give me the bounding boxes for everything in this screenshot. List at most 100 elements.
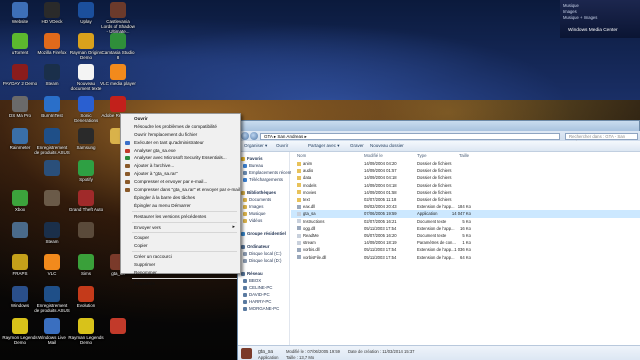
context-menu-item[interactable]: Analyser gta_sa.exe [122,147,239,155]
file-row[interactable]: stream 14/09/2004 18:19 Paramètres de con.… [291,239,640,246]
desktop-shortcut[interactable]: Website [2,2,38,24]
share-button[interactable]: Partager avec ▾ [308,143,340,149]
desktop-shortcut[interactable]: Sims [68,254,104,276]
nav-item[interactable]: Emplacements récents [243,170,294,175]
desktop-shortcut[interactable]: VLC media player [100,64,136,86]
nav-item[interactable]: Réseau [241,271,263,276]
nav-item[interactable]: DAVID-PC [243,292,270,297]
context-menu-item[interactable]: Compresser et envoyer par e-mail... [122,178,239,186]
context-menu-item[interactable]: Copier [122,242,239,250]
desktop-shortcut[interactable]: Sonic Generations [68,96,104,123]
nav-item[interactable]: Ordinateur [241,244,269,249]
nav-item[interactable]: Téléchargements [243,177,283,182]
context-menu-item[interactable]: Supprimer [122,261,239,269]
context-menu-item[interactable]: Créer un raccourci [122,253,239,261]
window-titlebar[interactable] [238,121,639,131]
desktop-shortcut[interactable]: Windows [2,286,38,308]
desktop-shortcut[interactable]: Castlevania Lords of Shadow - Ultimate..… [100,2,136,34]
desktop-shortcut[interactable]: Nouveau document texte [68,64,104,91]
desktop-shortcut[interactable]: PAYDAY 2 Demo [2,64,38,86]
nav-item[interactable]: Bureau [243,163,263,168]
desktop-shortcut[interactable]: HD VDeck [34,2,70,24]
context-menu-item[interactable]: Ouvrir [122,115,239,123]
context-menu-item[interactable]: Résoudre les problèmes de compatibilité [122,123,239,131]
desktop-shortcut[interactable]: Raymon Legends Demo [2,318,38,345]
nav-item[interactable]: Disque local (C:) [243,251,281,256]
address-bar[interactable]: GTA ▸ San Andreas ▸ [260,133,560,140]
file-row[interactable]: vorbisFile.dll 05/11/2003 17:54 Extension … [291,254,640,261]
context-menu-item[interactable]: Épingler au menu Démarrer [122,202,239,210]
nav-item[interactable]: Groupe résidentiel [241,231,286,236]
context-menu-item[interactable]: Restaurer les versions précédentes [122,213,239,221]
file-row[interactable]: ReadMe 05/07/2005 16:20 Document texte 5 Ko [291,232,640,239]
column-header-modified[interactable]: Modifié le [364,152,383,159]
desktop-shortcut[interactable]: Mozilla Firefox [34,33,70,55]
desktop-shortcut[interactable] [34,190,70,207]
desktop-shortcut[interactable]: Xbox [2,190,38,212]
new-folder-button[interactable]: Nouveau dossier [370,143,404,148]
desktop-shortcut[interactable]: BurnInTest [34,96,70,118]
column-header-type[interactable]: Type [417,152,427,159]
context-menu-item[interactable]: Épingler à la barre des tâches [122,194,239,202]
desktop-shortcut[interactable]: FRAPS [2,254,38,276]
file-row[interactable]: text 02/07/2005 11:18 Dossier de fichiers [291,196,640,203]
desktop-shortcut[interactable]: uTorrent [2,33,38,55]
file-row[interactable]: models 14/09/2004 04:18 Dossier de fichier… [291,182,640,189]
back-icon[interactable] [241,132,249,140]
desktop-shortcut[interactable]: DS Ma Pro [2,96,38,118]
file-row[interactable]: ogg.dll 05/11/2003 17:54 Extension de l'ap… [291,225,640,232]
media-center-item[interactable]: Musique [563,3,579,8]
context-menu-item[interactable]: Ajouter à "gta_sa.rar" [122,170,239,178]
desktop-shortcut[interactable]: Spotify [68,160,104,182]
nav-item[interactable]: Vidéos [243,218,262,223]
nav-item[interactable]: Documents [243,197,271,202]
open-button[interactable]: Ouvrir [276,143,288,148]
file-row[interactable]: audio 14/09/2004 01:57 Dossier de fichiers [291,167,640,174]
desktop-shortcut[interactable]: VLC [34,254,70,276]
context-menu-item[interactable]: Ouvrir l'emplacement du fichier [122,131,239,139]
desktop-shortcut[interactable]: Grand Theft Auto [68,190,104,212]
desktop-shortcut[interactable]: Rayman Legends Demo [68,318,104,345]
file-row[interactable]: vorbis.dll 05/11/2003 17:54 Extension de l… [291,246,640,253]
desktop-shortcut[interactable]: Enregistrement de produits ASUS [34,128,70,155]
desktop-shortcut[interactable]: Samsung [68,128,104,150]
desktop-shortcut[interactable] [2,222,38,239]
file-row[interactable]: movies 14/09/2004 01:58 Dossier de fichier… [291,189,640,196]
nav-item[interactable]: Musique [243,211,266,216]
context-menu-item[interactable]: Renommer [122,269,239,277]
nav-item[interactable]: Images [243,204,263,209]
file-row[interactable]: eax.dll 08/02/2004 20:43 Extension de l'ap… [291,203,640,210]
context-menu-item[interactable]: Exécuter en tant qu'administrateur [122,139,239,147]
file-row[interactable]: data 14/09/2004 04:18 Dossier de fichiers [291,174,640,181]
desktop-shortcut[interactable]: Rayman Origins Demo [68,33,104,60]
context-menu-item[interactable]: Compresser dans "gta_sa.rar" et envoyer … [122,186,240,194]
desktop-shortcut[interactable]: Steam [34,64,70,86]
desktop-shortcut[interactable]: Steam [34,222,70,244]
forward-icon[interactable] [250,132,258,140]
file-row[interactable]: Instructions 02/07/2005 16:21 Document tex… [291,218,640,225]
nav-item[interactable]: HARRY-PC [243,299,271,304]
desktop-shortcut[interactable]: Windows Live Mail [34,318,70,345]
media-center-item[interactable]: Musique + Images [563,15,597,20]
context-menu-item[interactable]: Propriétés [122,280,239,288]
desktop-shortcut[interactable] [100,318,136,335]
media-center-widget[interactable]: Musique Images Musique + Images Windows … [560,0,640,38]
nav-item[interactable]: BBOX [243,278,261,283]
desktop-shortcut[interactable]: Uplay [68,2,104,24]
search-input[interactable]: Rechercher dans : GTA - San Andreas [565,133,638,145]
file-row[interactable]: gta_sa 07/06/2005 19:59 Application 14 047 … [291,210,640,218]
media-center-item[interactable]: Images [563,9,577,14]
desktop-shortcut[interactable]: Enregistrement de produits ASUS [34,286,70,313]
nav-item[interactable]: Bibliothèques [241,190,276,195]
nav-item[interactable]: MORGANE-PC [243,306,279,311]
context-menu-item[interactable]: Analyser avec Microsoft Security Essenti… [122,154,239,162]
burn-button[interactable]: Graver [350,143,364,148]
column-header-size[interactable]: Taille [459,152,469,159]
context-menu-item[interactable]: Couper [122,234,239,242]
nav-item[interactable]: Favoris [241,156,263,161]
desktop-shortcut[interactable] [34,160,70,177]
organize-button[interactable]: Organiser ▾ [244,143,267,149]
desktop-shortcut[interactable]: Evolution [68,286,104,308]
desktop-shortcut[interactable]: Rainmeter [2,128,38,150]
column-header-name[interactable]: Nom [297,152,306,159]
